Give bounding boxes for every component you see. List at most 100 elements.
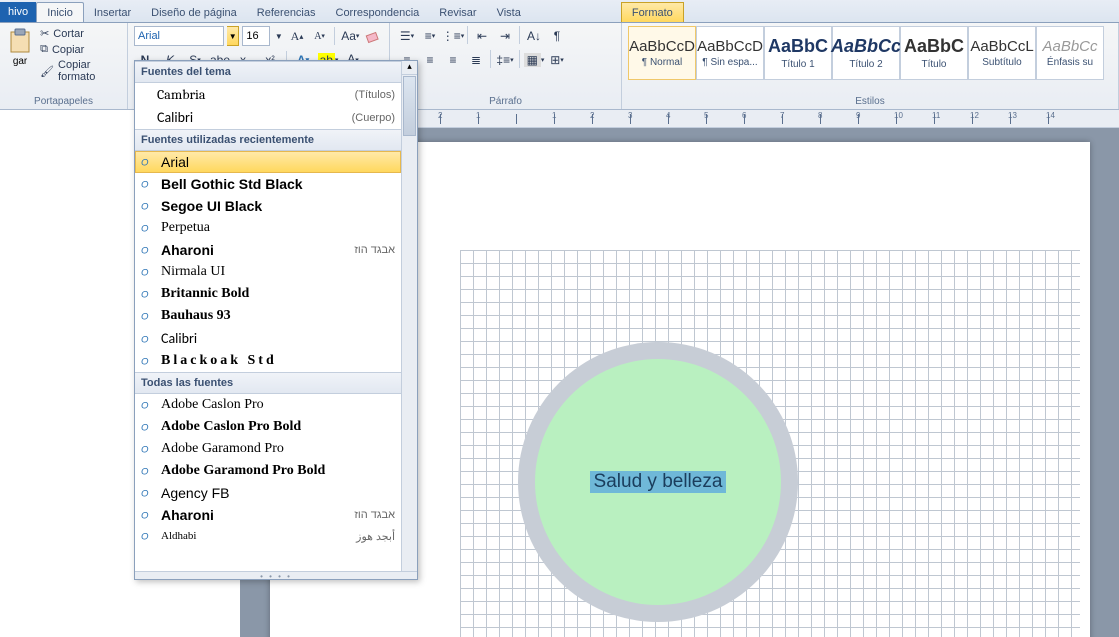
- paste-button[interactable]: gar: [6, 26, 34, 94]
- style--sin-espa-[interactable]: AaBbCcD¶ Sin espa...: [696, 26, 764, 80]
- font-option-aldhabi[interactable]: O Aldhabi أبجد هوز: [135, 526, 401, 546]
- font-option-britannic-bold[interactable]: OBritannic Bold: [135, 283, 401, 305]
- font-option-label: Adobe Garamond Pro Bold: [161, 463, 325, 479]
- font-option-label: Arial: [161, 154, 189, 170]
- size-dropdown-button[interactable]: ▼: [273, 26, 284, 46]
- multilevel-button[interactable]: ⋮≡▾: [442, 26, 464, 46]
- svg-text:O: O: [141, 357, 149, 368]
- font-option-aharoni[interactable]: OAharoniאבגד הוז: [135, 504, 401, 526]
- style--nfasis-su[interactable]: AaBbCcÉnfasis su: [1036, 26, 1104, 80]
- svg-text:O: O: [141, 401, 149, 412]
- svg-text:O: O: [141, 224, 149, 235]
- truetype-icon: O: [141, 464, 155, 478]
- group-clipboard: gar ✂Cortar ⧉Copiar 🖌Copiar formato Port…: [0, 23, 128, 109]
- font-option-bauhaus-93[interactable]: OBauhaus 93: [135, 305, 401, 327]
- cut-label: Cortar: [53, 28, 84, 40]
- font-option-nirmala-ui[interactable]: ONirmala UI: [135, 261, 401, 283]
- tab-format-context[interactable]: Formato: [621, 2, 684, 22]
- line-spacing-button[interactable]: ‡≡▾: [494, 50, 516, 70]
- sort-button[interactable]: A↓: [523, 26, 545, 46]
- font-option-label: Adobe Garamond Pro: [161, 441, 284, 457]
- font-option-label: Aharoni: [161, 507, 214, 523]
- font-dropdown-button[interactable]: ▼: [227, 26, 239, 46]
- brush-icon: 🖌: [40, 65, 54, 78]
- align-right-button[interactable]: ≡: [442, 50, 464, 70]
- numbering-button[interactable]: ≡▾: [419, 26, 441, 46]
- shading-button[interactable]: ▦▾: [523, 50, 545, 70]
- style-t-tulo-1[interactable]: AaBbCTítulo 1: [764, 26, 832, 80]
- font-option-label: Bell Gothic Std Black: [161, 176, 303, 192]
- font-option-agency-fb[interactable]: O Agency FB: [135, 482, 401, 504]
- style-subt-tulo[interactable]: AaBbCcLSubtítulo: [968, 26, 1036, 80]
- copy-button[interactable]: ⧉Copiar: [36, 42, 121, 57]
- change-case-button[interactable]: Aa▾: [340, 26, 360, 46]
- font-option-adobe-caslon-pro-bold[interactable]: OAdobe Caslon Pro Bold: [135, 416, 401, 438]
- font-option-label: Adobe Caslon Pro: [161, 397, 264, 413]
- font-option-blackoak-std[interactable]: OBlackoak Std: [135, 350, 401, 372]
- svg-text:O: O: [141, 246, 149, 257]
- dd-scrollbar[interactable]: ▴: [401, 61, 417, 571]
- resize-grip[interactable]: • • • •: [135, 571, 417, 579]
- tab-insertar[interactable]: Insertar: [84, 3, 141, 22]
- tab-diseño-de-página[interactable]: Diseño de página: [141, 3, 247, 22]
- shape-text[interactable]: Salud y belleza: [590, 471, 727, 493]
- truetype-icon: O: [141, 309, 155, 323]
- tab-correspondencia[interactable]: Correspondencia: [326, 3, 430, 22]
- font-option-aharoni[interactable]: O Aharoni אבגד הוז: [135, 239, 401, 261]
- svg-text:O: O: [141, 489, 149, 500]
- grow-font-button[interactable]: A▴: [287, 26, 307, 46]
- truetype-icon: O: [141, 265, 155, 279]
- font-option-label: Britannic Bold: [161, 286, 249, 302]
- font-option-bell-gothic-std-black[interactable]: OBell Gothic Std Black: [135, 173, 401, 195]
- svg-text:O: O: [141, 511, 149, 522]
- group-label-paragraph: Párrafo: [396, 94, 615, 107]
- tab-inicio[interactable]: Inicio: [36, 2, 84, 22]
- truetype-icon: O: [141, 529, 155, 543]
- font-option-label: Cambria: [157, 86, 206, 103]
- font-option-calibri[interactable]: Calibri(Cuerpo): [135, 106, 401, 129]
- font-option-calibri[interactable]: O Calibri: [135, 327, 401, 350]
- style-t-tulo-2[interactable]: AaBbCcTítulo 2: [832, 26, 900, 80]
- shrink-font-button[interactable]: A▾: [310, 26, 330, 46]
- font-option-perpetua[interactable]: OPerpetua: [135, 217, 401, 239]
- tab-vista[interactable]: Vista: [487, 3, 531, 22]
- justify-button[interactable]: ≣: [465, 50, 487, 70]
- font-option-label: Agency FB: [161, 485, 229, 501]
- font-name-input[interactable]: [134, 26, 224, 46]
- scroll-up-icon[interactable]: ▴: [402, 61, 417, 75]
- font-option-adobe-garamond-pro[interactable]: OAdobe Garamond Pro: [135, 438, 401, 460]
- show-marks-button[interactable]: ¶: [546, 26, 568, 46]
- style--normal[interactable]: AaBbCcD¶ Normal: [628, 26, 696, 80]
- format-painter-button[interactable]: 🖌Copiar formato: [36, 58, 121, 84]
- oval-shape[interactable]: Salud y belleza: [518, 342, 798, 622]
- borders-button[interactable]: ⊞▾: [546, 50, 568, 70]
- truetype-icon: O: [141, 155, 155, 169]
- tab-revisar[interactable]: Revisar: [429, 3, 486, 22]
- tab-file[interactable]: hivo: [0, 2, 36, 22]
- bullets-button[interactable]: ☰▾: [396, 26, 418, 46]
- increase-indent-button[interactable]: ⇥: [494, 26, 516, 46]
- font-option-arial[interactable]: O Arial: [135, 151, 401, 173]
- style-t-tulo[interactable]: AaBbCTítulo: [900, 26, 968, 80]
- truetype-icon: O: [141, 398, 155, 412]
- scroll-thumb[interactable]: [403, 76, 416, 136]
- font-option-adobe-garamond-pro-bold[interactable]: O Adobe Garamond Pro Bold: [135, 460, 401, 482]
- font-option-label: Aharoni: [161, 242, 214, 258]
- svg-text:O: O: [141, 312, 149, 323]
- cut-button[interactable]: ✂Cortar: [36, 26, 121, 41]
- font-option-adobe-caslon-pro[interactable]: O Adobe Caslon Pro: [135, 394, 401, 416]
- font-option-cambria[interactable]: Cambria(Títulos): [135, 83, 401, 106]
- font-option-hint: أبجد هوز: [356, 530, 395, 543]
- font-size-input[interactable]: [242, 26, 270, 46]
- decrease-indent-button[interactable]: ⇤: [471, 26, 493, 46]
- font-option-label: Calibri: [161, 330, 197, 347]
- align-center-button[interactable]: ≡: [419, 50, 441, 70]
- clear-format-button[interactable]: [363, 26, 383, 46]
- font-option-label: Aldhabi: [161, 530, 196, 542]
- svg-text:O: O: [141, 158, 149, 169]
- tab-referencias[interactable]: Referencias: [247, 3, 326, 22]
- font-option-segoe-ui-black[interactable]: OSegoe UI Black: [135, 195, 401, 217]
- font-dropdown-panel: Fuentes del tema Cambria(Títulos)Calibri…: [134, 60, 418, 580]
- truetype-icon: O: [141, 332, 155, 346]
- font-option-hint: אבגד הוז: [354, 244, 395, 256]
